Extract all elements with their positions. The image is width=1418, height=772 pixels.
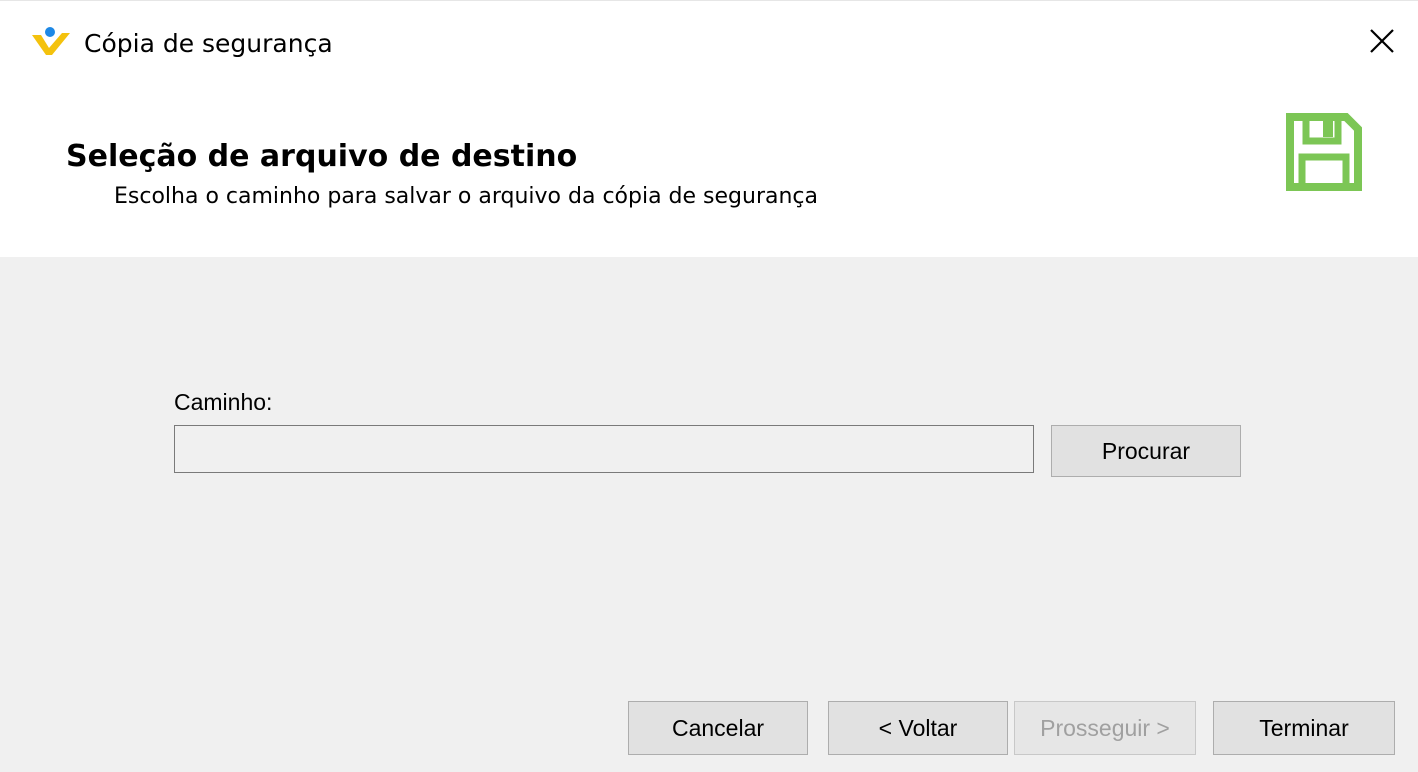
browse-button[interactable]: Procurar (1051, 425, 1241, 477)
step-subtitle: Escolha o caminho para salvar o arquivo … (114, 184, 818, 209)
close-icon (1369, 28, 1395, 59)
next-button: Prosseguir > (1014, 701, 1196, 755)
title-bar: Cópia de segurança (0, 1, 1418, 91)
wizard-header: Seleção de arquivo de destino Escolha o … (0, 91, 1418, 257)
finish-button[interactable]: Terminar (1213, 701, 1395, 755)
path-input[interactable] (174, 425, 1034, 473)
floppy-disk-icon (1284, 111, 1364, 193)
cancel-button[interactable]: Cancelar (628, 701, 808, 755)
step-title: Seleção de arquivo de destino (66, 139, 578, 174)
back-button[interactable]: < Voltar (828, 701, 1008, 755)
app-logo-icon (30, 25, 74, 61)
window-title: Cópia de segurança (84, 29, 333, 58)
backup-wizard-window: Cópia de segurança Seleção de arquivo de… (0, 0, 1418, 772)
path-label: Caminho: (174, 389, 273, 415)
close-button[interactable] (1360, 21, 1404, 65)
wizard-content: Caminho: Procurar Cancelar < Voltar Pros… (0, 257, 1418, 772)
